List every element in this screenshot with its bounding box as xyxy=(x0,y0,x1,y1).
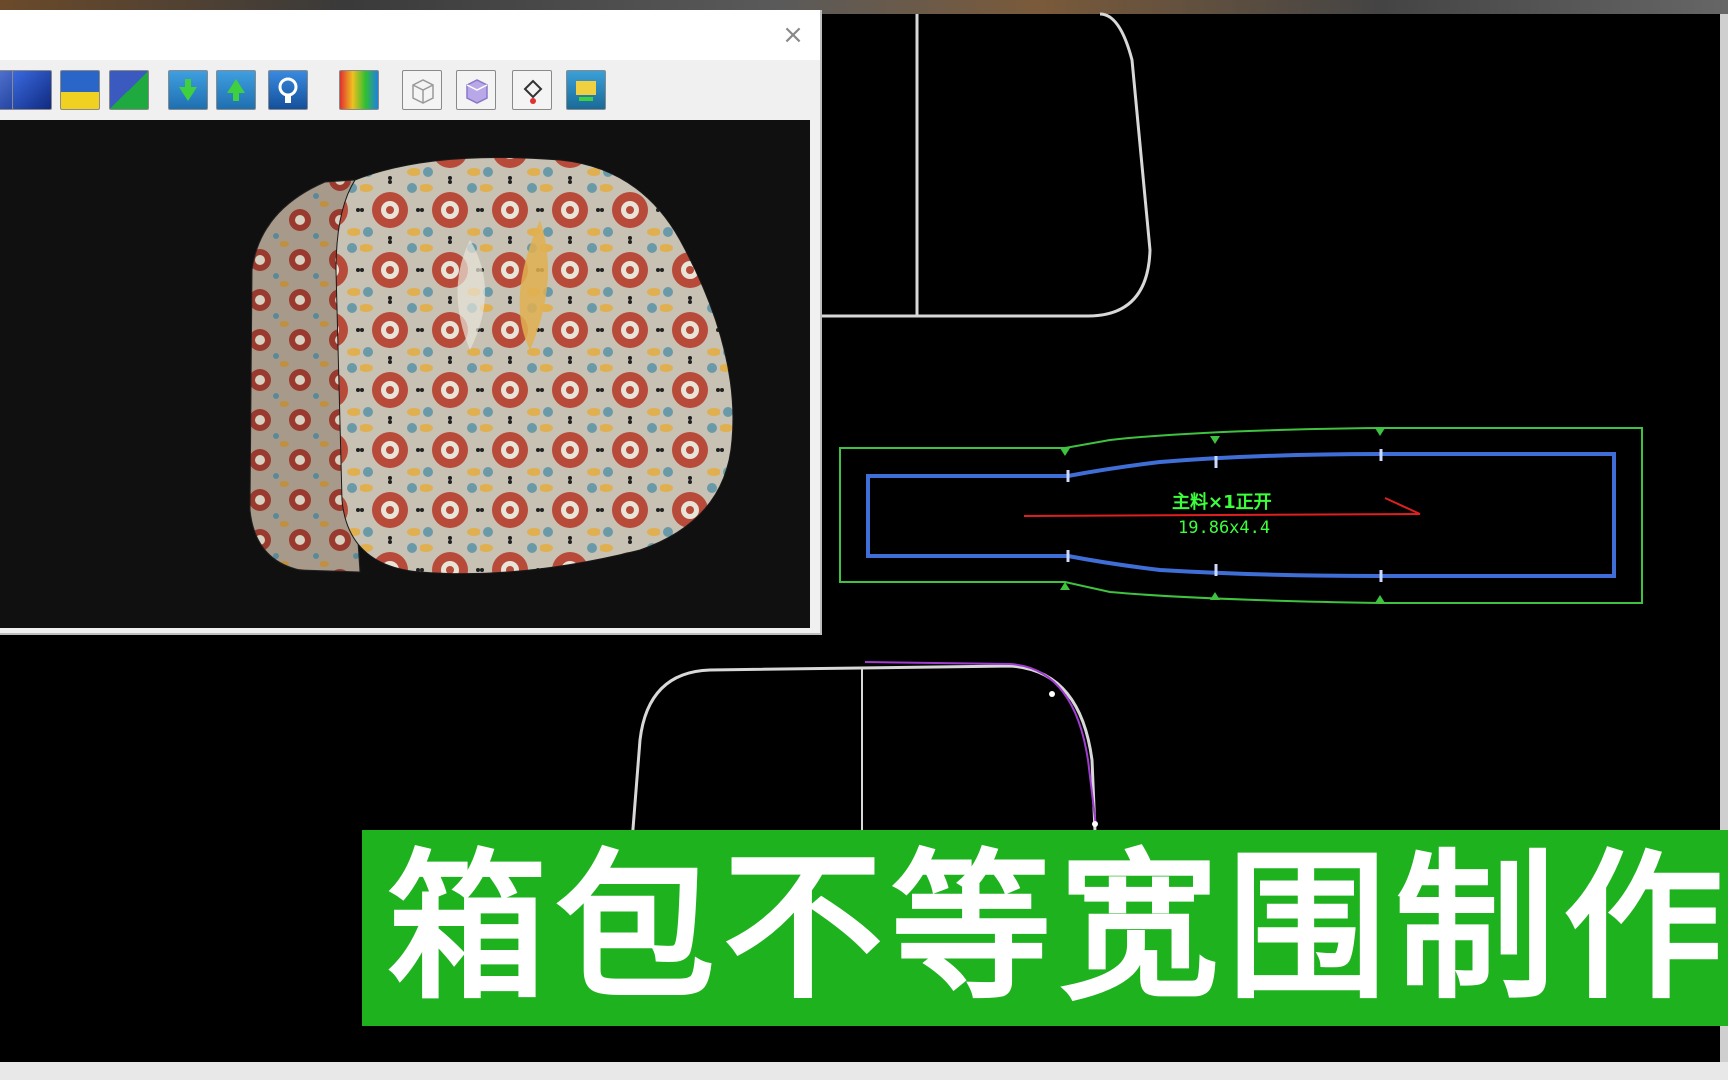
piece-label-main: 主料×1正开 xyxy=(1172,491,1272,513)
grain-line-arrow xyxy=(1384,497,1421,515)
render-icon[interactable] xyxy=(566,70,606,110)
grain-line[interactable] xyxy=(1023,513,1421,517)
move-down-icon[interactable] xyxy=(168,70,208,110)
paint-bucket-icon[interactable] xyxy=(512,70,552,110)
title-banner: 箱包不等宽围制作 xyxy=(362,830,1728,1026)
control-point[interactable] xyxy=(1049,691,1055,697)
view-mode-icon-2[interactable] xyxy=(12,70,52,110)
banner-title: 箱包不等宽围制作 xyxy=(387,834,1728,1021)
move-up-icon[interactable] xyxy=(216,70,256,110)
preview-titlebar[interactable]: × xyxy=(0,10,820,60)
status-strip xyxy=(0,1062,1728,1080)
control-point[interactable] xyxy=(1092,821,1098,827)
preview-toolbar xyxy=(0,70,820,116)
3d-viewport[interactable] xyxy=(0,120,810,628)
texture-icon[interactable] xyxy=(339,70,379,110)
rotate-icon[interactable] xyxy=(268,70,308,110)
close-icon[interactable]: × xyxy=(778,20,808,50)
upper-pattern-outline[interactable] xyxy=(820,12,1152,318)
piece-label-size: 19.86x4.4 xyxy=(1178,518,1270,538)
3d-preview-window[interactable]: × xyxy=(0,10,822,635)
fill-icon[interactable] xyxy=(60,70,100,110)
box-wireframe-icon[interactable] xyxy=(402,70,442,110)
bag-3d-model[interactable] xyxy=(0,120,810,628)
shade-icon[interactable] xyxy=(109,70,149,110)
box-solid-icon[interactable] xyxy=(456,70,496,110)
